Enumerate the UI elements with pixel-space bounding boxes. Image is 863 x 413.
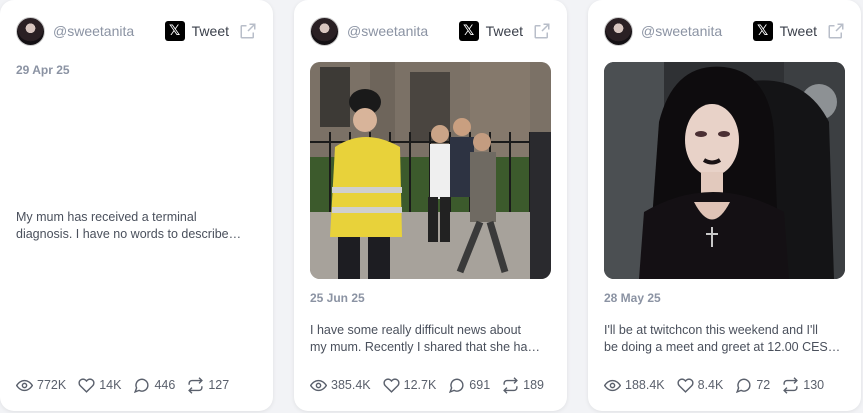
retweet-icon [783,376,799,394]
external-link-icon[interactable] [827,22,845,40]
avatar[interactable] [310,16,339,46]
eye-icon [604,379,621,391]
views-count: 188.4K [625,378,665,392]
heart-icon [383,377,400,393]
user-handle[interactable]: @sweetanita [347,23,428,39]
tweet-header: @sweetanita 𝕏 Tweet [16,16,257,46]
likes-count: 12.7K [403,378,437,392]
tweet-header: @sweetanita 𝕏 Tweet [604,16,845,46]
retweets-stat[interactable]: 189 [502,376,545,394]
tweet-link[interactable]: Tweet [486,23,523,39]
tweet-text-line: My mum has received a terminal [16,210,197,224]
external-link-icon[interactable] [239,22,257,40]
eye-icon [310,379,327,391]
retweets-count: 127 [208,378,230,392]
tweet-image[interactable] [310,62,551,279]
heart-icon [78,377,95,393]
views-count: 385.4K [331,378,371,392]
replies-count: 446 [154,378,176,392]
x-logo-icon[interactable]: 𝕏 [458,21,479,41]
comment-icon [449,378,464,393]
views-stat: 188.4K [604,377,665,394]
x-logo-icon[interactable]: 𝕏 [752,21,773,41]
replies-stat[interactable]: 446 [133,377,175,394]
comment-icon [736,378,751,393]
tweet-date: 29 Apr 25 [16,63,70,77]
tweet-link[interactable]: Tweet [780,23,817,39]
views-count: 772K [37,378,67,392]
views-stat: 385.4K [310,377,371,394]
replies-count: 72 [756,378,771,392]
tweet-card[interactable]: @sweetanita 𝕏 Tweet [588,0,861,411]
avatar[interactable] [604,16,633,46]
external-link-icon[interactable] [533,22,551,40]
tweet-header: @sweetanita 𝕏 Tweet [310,16,551,46]
avatar[interactable] [16,16,45,46]
heart-icon [677,377,694,393]
likes-stat[interactable]: 14K [78,377,121,394]
tweet-text[interactable]: My mum has received a terminal diagnosis… [16,209,257,243]
tweet-date: 28 May 25 [604,291,661,305]
likes-count: 8.4K [697,378,724,392]
tweet-card[interactable]: @sweetanita 𝕏 Tweet 29 Apr 25 My mum has… [0,0,273,411]
retweets-stat[interactable]: 127 [187,376,230,394]
street-photo [310,62,551,279]
tweet-image[interactable] [604,62,845,279]
eye-icon [16,379,33,391]
tweet-text-line: my mum. Recently I shared that she ha… [310,340,540,354]
replies-stat[interactable]: 691 [448,377,490,394]
tweet-text[interactable]: I'll be at twitchcon this weekend and I'… [604,322,845,356]
user-handle[interactable]: @sweetanita [641,23,722,39]
views-stat: 772K [16,377,66,394]
user-handle[interactable]: @sweetanita [53,23,134,39]
likes-stat[interactable]: 12.7K [383,377,437,394]
likes-count: 14K [99,378,122,392]
tweet-text[interactable]: I have some really difficult news about … [310,322,551,356]
tweet-stats: 188.4K 8.4K 72 130 [604,376,845,394]
retweet-icon [503,376,519,394]
x-logo-icon[interactable]: 𝕏 [164,21,185,41]
tweet-stats: 385.4K 12.7K 691 189 [310,376,551,394]
tweet-stats: 772K 14K 446 127 [16,376,257,394]
tweet-text-line: I have some really difficult news about [310,323,521,337]
tweet-text-line: diagnosis. I have no words to describe… [16,227,242,241]
retweets-count: 189 [523,378,545,392]
tweet-card[interactable]: @sweetanita 𝕏 Tweet [294,0,567,411]
retweets-count: 130 [803,378,825,392]
tweet-text-line: I'll be at twitchcon this weekend and I'… [604,323,818,337]
retweet-icon [188,376,204,394]
likes-stat[interactable]: 8.4K [677,377,724,394]
tweet-date: 25 Jun 25 [310,291,365,305]
tweet-link[interactable]: Tweet [192,23,229,39]
portrait-photo [604,62,845,279]
comment-icon [134,378,150,393]
tweet-text-line: be doing a meet and greet at 12.00 CEST… [604,340,845,354]
retweets-stat[interactable]: 130 [782,376,825,394]
replies-count: 691 [469,378,491,392]
replies-stat[interactable]: 72 [735,377,770,394]
